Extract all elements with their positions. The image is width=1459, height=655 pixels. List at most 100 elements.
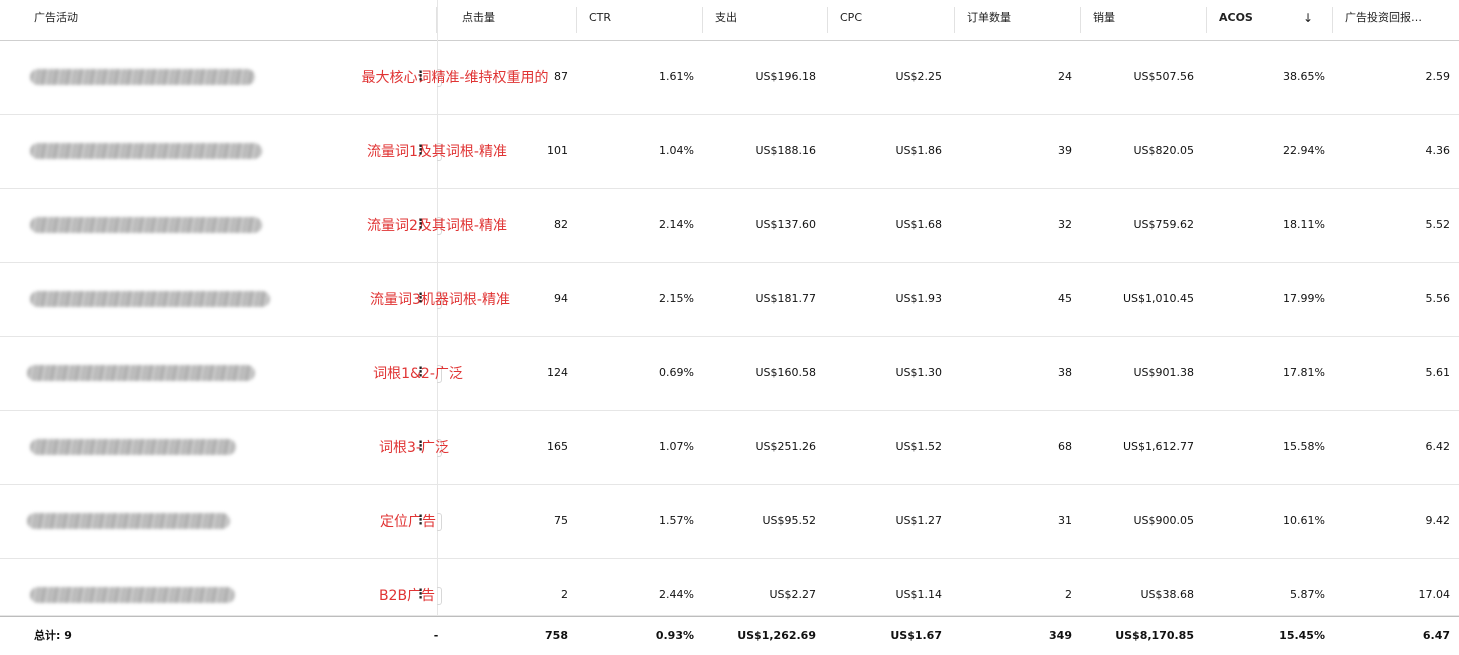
cell-cpc: US$1.93 (895, 292, 942, 305)
cell-ctr: 1.04% (659, 144, 694, 157)
cell-clicks: 101 (547, 144, 568, 157)
row-annotation: 流量词2及其词根-精准 (367, 218, 507, 234)
cell-acos: 5.87% (1290, 588, 1325, 601)
cell-clicks: 75 (554, 514, 568, 527)
cell-acos: 22.94% (1283, 144, 1325, 157)
cell-roas: 5.61 (1425, 366, 1451, 379)
kebab-menu-icon[interactable]: ⋮ (414, 292, 427, 305)
footer-acos: 15.45% (1279, 629, 1325, 642)
table-row[interactable]: 定位广告 ⋮ 75 1.57% US$95.52 US$1.27 31 US$900.05 10… (0, 485, 1459, 559)
header-roas[interactable]: 广告投资回报… (1345, 0, 1422, 40)
header-clicks[interactable]: 点击量 (462, 0, 495, 40)
kebab-menu-icon[interactable]: ⋮ (414, 514, 427, 527)
table-row[interactable]: 词根3-广泛 ⋮ 165 1.07% US$251.26 US$1.52 68 US$1,61… (0, 411, 1459, 485)
cell-sales: US$507.56 (1133, 70, 1194, 83)
header-ctr[interactable]: CTR (589, 0, 611, 40)
header-orders[interactable]: 订单数量 (967, 0, 1011, 40)
cell-spend: US$2.27 (769, 588, 816, 601)
table-row[interactable]: B2B广告 ⋮ 2 2.44% US$2.27 US$1.14 2 US$38.68 5.87%… (0, 559, 1459, 616)
cell-roas: 2.59 (1425, 70, 1451, 83)
cell-clicks: 165 (547, 440, 568, 453)
cell-cpc: US$1.68 (895, 218, 942, 231)
cell-orders: 24 (1058, 70, 1072, 83)
cell-orders: 31 (1058, 514, 1072, 527)
campaign-name-redacted[interactable] (27, 513, 230, 529)
cell-roas: 9.42 (1425, 514, 1451, 527)
table-row[interactable]: 流量词2及其词根-精准 ⋮ 82 2.14% US$137.60 US$1.68 32 US$… (0, 189, 1459, 263)
cell-cpc: US$1.30 (895, 366, 942, 379)
header-divider (1332, 7, 1333, 33)
cell-acos: 38.65% (1283, 70, 1325, 83)
table-row[interactable]: 最大核心词精准-维持权重用的 ⋮ 87 1.61% US$196.18 US$2.25 24… (0, 41, 1459, 115)
cell-cpc: US$2.25 (895, 70, 942, 83)
cell-clicks: 2 (561, 588, 568, 601)
campaign-name-redacted[interactable] (30, 217, 262, 233)
row-annotation: B2B广告 (378, 588, 436, 604)
footer-dash: - (433, 629, 439, 642)
footer-clicks: 758 (545, 629, 568, 642)
footer-orders: 349 (1049, 629, 1072, 642)
cell-ctr: 1.61% (659, 70, 694, 83)
cell-acos: 17.81% (1283, 366, 1325, 379)
cell-spend: US$160.58 (755, 366, 816, 379)
kebab-menu-icon[interactable]: ⋮ (414, 440, 427, 453)
cell-sales: US$820.05 (1133, 144, 1194, 157)
header-divider (576, 7, 577, 33)
cell-sales: US$1,612.77 (1122, 440, 1194, 453)
footer-ctr: 0.93% (655, 629, 694, 642)
cell-sales: US$901.38 (1133, 366, 1194, 379)
header-sales[interactable]: 销量 (1093, 0, 1115, 40)
cell-acos: 15.58% (1283, 440, 1325, 453)
cell-cpc: US$1.14 (895, 588, 942, 601)
footer-roas: 6.47 (1422, 629, 1450, 642)
cell-sales: US$900.05 (1133, 514, 1194, 527)
cell-orders: 38 (1058, 366, 1072, 379)
header-divider (954, 7, 955, 33)
row-annotation: 流量词3机器词根-精准 (370, 292, 510, 308)
campaign-name-redacted[interactable] (30, 69, 255, 85)
campaign-name-redacted[interactable] (30, 439, 236, 455)
header-acos[interactable]: ACOS (1219, 0, 1253, 40)
arrow-down-icon[interactable]: ↓ (1303, 0, 1313, 40)
header-spend[interactable]: 支出 (715, 0, 737, 40)
cell-cpc: US$1.86 (895, 144, 942, 157)
table-header: 广告活动 点击量 CTR 支出 CPC 订单数量 销量 ACOS ↓ 广告投资回… (0, 0, 1459, 41)
cell-orders: 68 (1058, 440, 1072, 453)
kebab-menu-icon[interactable]: ⋮ (414, 588, 427, 601)
cell-sales: US$38.68 (1140, 588, 1194, 601)
table-row[interactable]: 流量词3机器词根-精准 ⋮ 94 2.15% US$181.77 US$1.93 45 US$… (0, 263, 1459, 337)
cell-spend: US$181.77 (755, 292, 816, 305)
cell-roas: 6.42 (1425, 440, 1451, 453)
table-row[interactable]: 流量词1及其词根-精准 ⋮ 101 1.04% US$188.16 US$1.86 39 US… (0, 115, 1459, 189)
cell-orders: 45 (1058, 292, 1072, 305)
kebab-menu-icon[interactable]: ⋮ (414, 218, 427, 231)
row-annotation: 定位广告 (380, 514, 436, 530)
cell-clicks: 124 (547, 366, 568, 379)
header-cpc[interactable]: CPC (840, 0, 862, 40)
cell-orders: 32 (1058, 218, 1072, 231)
table-row[interactable]: 词根1&2-广泛 ⋮ 124 0.69% US$160.58 US$1.30 38 US$90… (0, 337, 1459, 411)
cell-sales: US$759.62 (1133, 218, 1194, 231)
kebab-menu-icon[interactable]: ⋮ (414, 144, 427, 157)
row-annotation: 最大核心词精准-维持权重用的 (361, 70, 549, 86)
campaign-name-redacted[interactable] (30, 291, 270, 307)
cell-spend: US$196.18 (755, 70, 816, 83)
cell-ctr: 2.15% (659, 292, 694, 305)
cell-ctr: 1.07% (659, 440, 694, 453)
campaign-name-redacted[interactable] (30, 587, 235, 603)
cell-cpc: US$1.52 (895, 440, 942, 453)
kebab-menu-icon[interactable]: ⋮ (414, 70, 427, 83)
footer-spend: US$1,262.69 (737, 629, 816, 642)
cell-spend: US$188.16 (755, 144, 816, 157)
header-divider (1080, 7, 1081, 33)
kebab-menu-icon[interactable]: ⋮ (414, 366, 427, 379)
cell-spend: US$137.60 (755, 218, 816, 231)
cell-acos: 10.61% (1283, 514, 1325, 527)
cell-roas: 5.52 (1425, 218, 1451, 231)
header-campaign[interactable]: 广告活动 (34, 0, 78, 40)
cell-clicks: 94 (554, 292, 568, 305)
campaign-name-redacted[interactable] (30, 143, 262, 159)
campaign-name-redacted[interactable] (27, 365, 255, 381)
table-footer: 总计: 9 - 758 0.93% US$1,262.69 US$1.67 34… (0, 616, 1459, 654)
cell-ctr: 2.44% (659, 588, 694, 601)
